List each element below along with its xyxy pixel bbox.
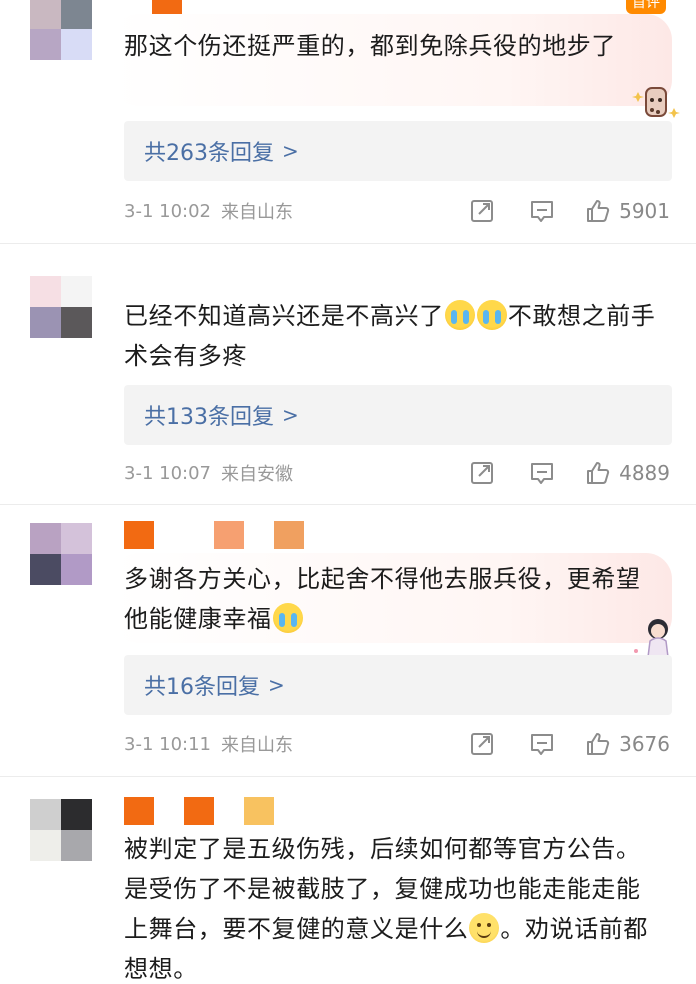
smile-emoji-icon [469, 913, 500, 943]
like-icon [587, 200, 610, 222]
like-button[interactable]: 5901 [585, 198, 670, 224]
chevron-right-icon: > [268, 673, 285, 697]
like-count: 3676 [619, 732, 670, 756]
comment-button[interactable] [529, 198, 555, 224]
like-button[interactable]: 4889 [585, 460, 670, 486]
username-mosaic[interactable] [124, 521, 304, 549]
action-bar: 5901 [469, 198, 670, 224]
chevron-right-icon: > [282, 403, 299, 427]
comment-1: 首评 那这个伤还挺严重的，都到免除兵役的地步了 共263条回复 > 3-1 10… [0, 0, 696, 240]
comment-text-part-1: 已经不知道高兴还是不高兴了 [124, 302, 444, 330]
like-icon [587, 462, 610, 484]
comment-3: 多谢各方关心，比起舍不得他去服兵役，更希望他能健康幸福 共16条回复 > 3-1… [0, 505, 696, 775]
share-icon [471, 462, 494, 484]
avatar[interactable] [30, 523, 92, 585]
comment-icon [531, 463, 554, 484]
share-button[interactable] [469, 460, 495, 486]
crying-emoji-icon [272, 603, 303, 633]
crying-emoji-icon [444, 300, 475, 330]
share-icon [471, 733, 494, 755]
comment-text: 多谢各方关心，比起舍不得他去服兵役，更希望他能健康幸福 [124, 559, 662, 639]
comment-meta: 3-1 10:11 来自山东 3676 [124, 729, 670, 759]
comment-text: 被判定了是五级伤残，后续如何都等官方公告。是受伤了不是被截肢了，复健成功也能走能… [124, 829, 662, 984]
comment-button[interactable] [529, 731, 555, 757]
reply-summary-button[interactable]: 共133条回复 > [124, 385, 672, 445]
comment-icon [531, 201, 554, 222]
comment-text: 已经不知道高兴还是不高兴了 不敢想之前手术会有多疼 [124, 296, 662, 376]
comment-text-part-1: 多谢各方关心，比起舍不得他去服兵役，更希望他能健康幸福 [124, 565, 641, 633]
avatar[interactable] [30, 799, 92, 861]
comment-4: 被判定了是五级伤残，后续如何都等官方公告。是受伤了不是被截肢了，复健成功也能走能… [0, 777, 696, 984]
top-badge: 首评 [626, 0, 666, 14]
share-icon [471, 200, 494, 222]
comment-icon [531, 734, 554, 755]
share-button[interactable] [469, 198, 495, 224]
like-count: 5901 [619, 199, 670, 223]
username-mosaic[interactable] [124, 797, 274, 825]
avatar[interactable] [30, 276, 92, 338]
like-count: 4889 [619, 461, 670, 485]
share-button[interactable] [469, 731, 495, 757]
chevron-right-icon: > [282, 139, 299, 163]
avatar[interactable] [30, 0, 92, 60]
action-bar: 3676 [469, 731, 670, 757]
action-bar: 4889 [469, 460, 670, 486]
like-icon [587, 733, 610, 755]
reply-count: 共133条回复 [144, 405, 274, 430]
comment-meta: 3-1 10:02 来自山东 5901 [124, 196, 670, 226]
timestamp: 3-1 10:11 [124, 733, 211, 755]
comment-text: 那这个伤还挺严重的，都到免除兵役的地步了 [124, 32, 616, 60]
timestamp: 3-1 10:07 [124, 462, 211, 484]
comment-meta: 3-1 10:07 来自安徽 4889 [124, 458, 670, 488]
comment-button[interactable] [529, 460, 555, 486]
reply-count: 共16条回复 [144, 675, 260, 700]
timestamp: 3-1 10:02 [124, 200, 211, 222]
location: 来自安徽 [221, 464, 293, 485]
comment-2: 已经不知道高兴还是不高兴了 不敢想之前手术会有多疼 共133条回复 > 3-1 1… [0, 244, 696, 504]
location: 来自山东 [221, 735, 293, 756]
reply-summary-button[interactable]: 共16条回复 > [124, 655, 672, 715]
location: 来自山东 [221, 202, 293, 223]
reply-summary-button[interactable]: 共263条回复 > [124, 121, 672, 181]
crying-emoji-icon [476, 300, 507, 330]
like-button[interactable]: 3676 [585, 731, 670, 757]
reply-count: 共263条回复 [144, 141, 274, 166]
